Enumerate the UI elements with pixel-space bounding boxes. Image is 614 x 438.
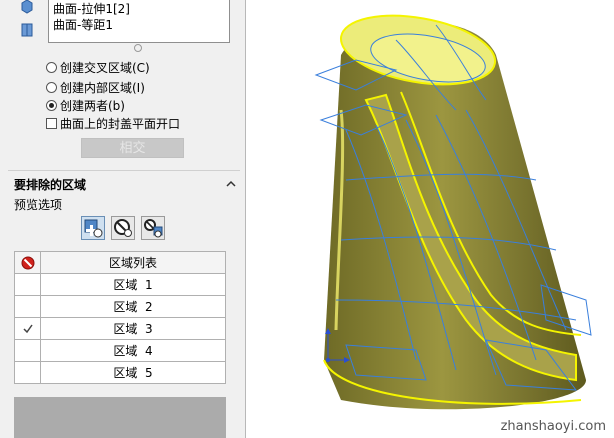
both-preview-icon — [142, 219, 164, 242]
exclude-column-header — [14, 251, 41, 274]
radio-label: 创建内部区域(I) — [60, 80, 145, 95]
region-number: 1 — [145, 278, 153, 292]
region-label: 区域 — [113, 322, 138, 336]
radio-label: 创建两者(b) — [60, 98, 125, 113]
radio-button[interactable] — [46, 99, 57, 111]
row-checkbox[interactable] — [14, 317, 41, 340]
radio-button[interactable] — [46, 61, 57, 73]
checkbox-label: 曲面上的封盖平面开口 — [60, 116, 181, 131]
region-cell[interactable]: 区域 1 — [40, 273, 226, 296]
region-number: 2 — [145, 300, 153, 314]
table-empty-area — [14, 397, 226, 438]
region-cell[interactable]: 区域 5 — [40, 361, 226, 384]
region-label: 区域 — [113, 300, 138, 314]
region-label: 区域 — [113, 366, 138, 380]
list-item[interactable]: 曲面-等距1 — [53, 18, 113, 32]
surface-body-icon — [20, 0, 34, 14]
section-divider — [8, 170, 240, 171]
row-checkbox[interactable] — [14, 273, 41, 296]
region-cell[interactable]: 区域 2 — [40, 295, 226, 318]
property-manager-panel: 曲面-拉伸1[2] 曲面-等距1 创建交叉区域(C) 创建内部区域(I) 创建两… — [0, 0, 246, 438]
chevron-up-icon[interactable] — [226, 178, 236, 188]
list-item[interactable]: 曲面-拉伸1[2] — [53, 2, 130, 16]
radio-button[interactable] — [46, 81, 57, 93]
graphics-viewport[interactable]: zhanshaoyi.com — [246, 0, 614, 438]
checkbox[interactable] — [46, 117, 57, 129]
list-resize-handle[interactable] — [134, 44, 142, 52]
3d-model-view[interactable] — [246, 0, 614, 438]
include-preview-icon — [82, 219, 104, 242]
region-cell[interactable]: 区域 4 — [40, 339, 226, 362]
surface-body-icon — [20, 22, 34, 37]
region-label: 区域 — [113, 278, 138, 292]
watermark: zhanshaoyi.com — [500, 419, 606, 434]
section-title: 要排除的区域 — [14, 178, 87, 192]
selected-entities-list[interactable]: 曲面-拉伸1[2] 曲面-等距1 — [48, 0, 230, 43]
preview-both-button[interactable] — [141, 216, 165, 240]
table-row[interactable]: 区域 1 — [14, 273, 226, 296]
exclude-preview-icon — [112, 219, 134, 242]
row-checkbox[interactable] — [14, 295, 41, 318]
table-row[interactable]: 区域 4 — [14, 339, 226, 362]
radio-create-intersect[interactable]: 创建交叉区域(C) — [46, 59, 150, 75]
table-row[interactable]: 区域 2 — [14, 295, 226, 318]
table-header-row: 区域列表 — [14, 251, 226, 274]
preview-include-button[interactable] — [81, 216, 105, 240]
table-row[interactable]: 区域 5 — [14, 361, 226, 384]
checkbox-cap-planar-openings[interactable]: 曲面上的封盖平面开口 — [46, 115, 180, 131]
region-number: 4 — [145, 344, 153, 358]
region-list-header: 区域列表 — [40, 251, 226, 274]
row-checkbox[interactable] — [14, 361, 41, 384]
no-entry-icon — [21, 255, 35, 270]
radio-create-internal[interactable]: 创建内部区域(I) — [46, 79, 145, 95]
region-label: 区域 — [113, 344, 138, 358]
region-number: 5 — [145, 366, 153, 380]
region-list-table: 区域列表 区域 1 区域 2 区域 3 区域 4 区域 5 — [14, 251, 226, 384]
table-row[interactable]: 区域 3 — [14, 317, 226, 340]
checkmark-icon — [22, 322, 34, 336]
region-cell[interactable]: 区域 3 — [40, 317, 226, 340]
preview-exclude-button[interactable] — [111, 216, 135, 240]
radio-label: 创建交叉区域(C) — [60, 60, 150, 75]
radio-create-both[interactable]: 创建两者(b) — [46, 97, 125, 113]
preview-options-label: 预览选项 — [14, 198, 63, 212]
intersect-button[interactable]: 相交 — [81, 138, 184, 158]
region-number: 3 — [145, 322, 153, 336]
row-checkbox[interactable] — [14, 339, 41, 362]
